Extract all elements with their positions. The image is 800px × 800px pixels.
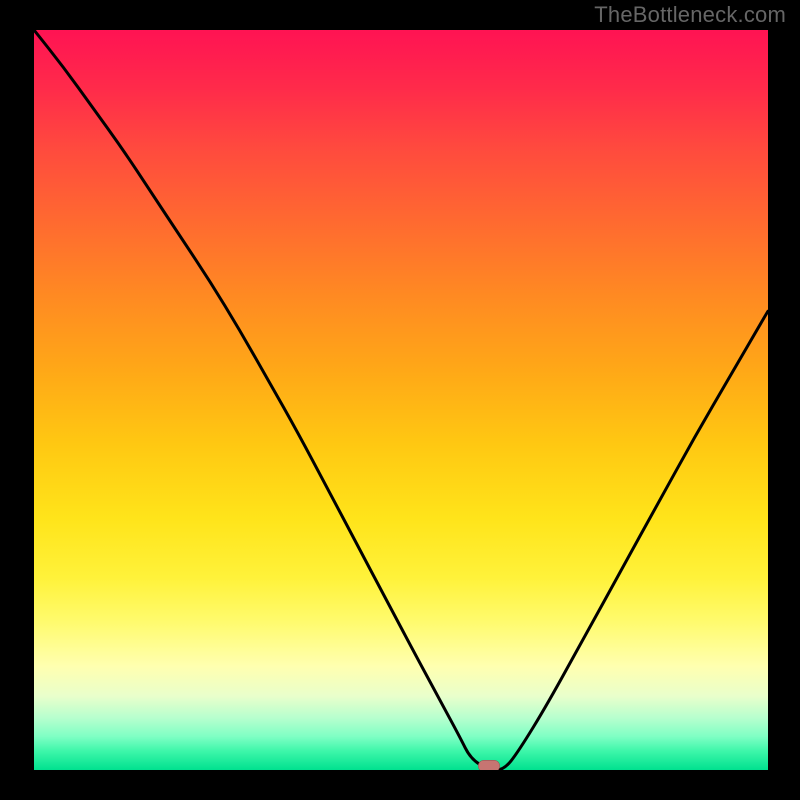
min-marker	[478, 760, 500, 770]
curve-svg	[34, 30, 768, 770]
bottleneck-curve	[34, 30, 768, 770]
plot-area	[34, 30, 768, 770]
watermark-text: TheBottleneck.com	[594, 2, 786, 28]
chart-container: TheBottleneck.com	[0, 0, 800, 800]
